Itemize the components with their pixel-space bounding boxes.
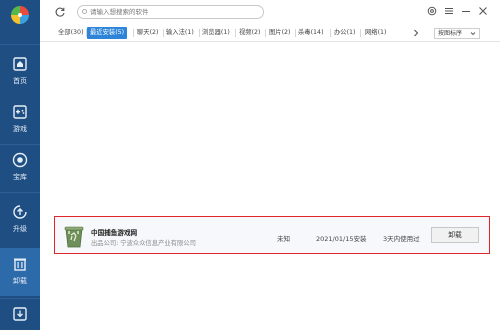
settings-icon [427,6,437,16]
sidebar-item-home[interactable]: 首页 [0,48,40,96]
home-icon [13,57,27,71]
refresh-icon[interactable] [54,6,66,18]
sidebar-item-label: 升级 [13,225,27,233]
pinwheel-logo-icon[interactable] [10,5,30,25]
tab-office[interactable]: 办公(1) [334,27,356,39]
tab-pictures[interactable]: 图片(2) [269,27,291,39]
minimize-icon [462,11,470,12]
recycle-bin-icon [64,226,84,248]
app-name: 中国捕鱼游戏网 [91,229,138,237]
tab-all[interactable]: 全部(30) [58,27,84,39]
trash-icon [14,258,26,271]
sidebar-item-treasure[interactable]: 宝库 [0,144,40,192]
sidebar-item-label: 宝库 [13,173,27,181]
sidebar-item-label: 游戏 [13,125,27,133]
sidebar-item-label: 卸载 [13,277,27,285]
list-item[interactable]: 中国捕鱼游戏网 出品公司: 宁波众众信息产业有限公司 未知 2021/01/15… [54,216,490,254]
search-icon [82,9,87,14]
sidebar-item-upgrade[interactable]: 升级 [0,196,40,244]
tab-video[interactable]: 视频(2) [239,27,261,39]
chevron-right-icon [414,29,419,37]
tab-browser[interactable]: 浏览器(1) [202,27,230,39]
app-install-date: 2021/01/15安装 [316,235,367,243]
sidebar: 首页 游戏 宝库 升级 卸载 [0,0,40,330]
treasure-icon [12,152,28,168]
tab-recently-installed[interactable]: 最近安装(5) [87,27,128,39]
minimize-button[interactable] [460,5,472,17]
category-tabs: 全部(30) 最近安装(5) 聊天(2) 输入法(1) 浏览器(1) 视频(2)… [40,24,500,42]
tabs-scroll-right-button[interactable] [410,27,422,39]
sidebar-item-downloads[interactable] [0,298,40,330]
settings-button[interactable] [426,5,438,17]
menu-icon [445,8,453,14]
tab-input-method[interactable]: 输入法(1) [166,27,194,39]
app-list: 中国捕鱼游戏网 出品公司: 宁波众众信息产业有限公司 未知 2021/01/15… [40,42,500,330]
app-size: 未知 [277,235,290,243]
close-button[interactable] [477,5,489,17]
sidebar-item-label: 首页 [13,77,27,85]
top-bar [40,0,500,24]
chevron-down-icon [470,32,476,36]
sort-label: 按图标序 [438,30,463,37]
tab-network[interactable]: 网络(1) [365,27,387,39]
app-publisher: 出品公司: 宁波众众信息产业有限公司 [91,240,196,247]
upgrade-icon [13,205,27,219]
close-icon [479,7,487,15]
tab-chat[interactable]: 聊天(2) [137,27,159,39]
sort-dropdown[interactable]: 按图标序 [434,28,480,39]
sidebar-item-uninstall[interactable]: 卸载 [0,248,40,296]
gamepad-icon [13,105,27,119]
app-last-used: 3天内使用过 [383,235,420,243]
download-icon [13,307,27,321]
uninstall-button[interactable]: 卸载 [431,227,479,243]
sidebar-item-games[interactable]: 游戏 [0,96,40,144]
menu-button[interactable] [443,5,455,17]
tab-antivirus[interactable]: 杀毒(14) [298,27,324,39]
search-input[interactable] [77,5,264,19]
